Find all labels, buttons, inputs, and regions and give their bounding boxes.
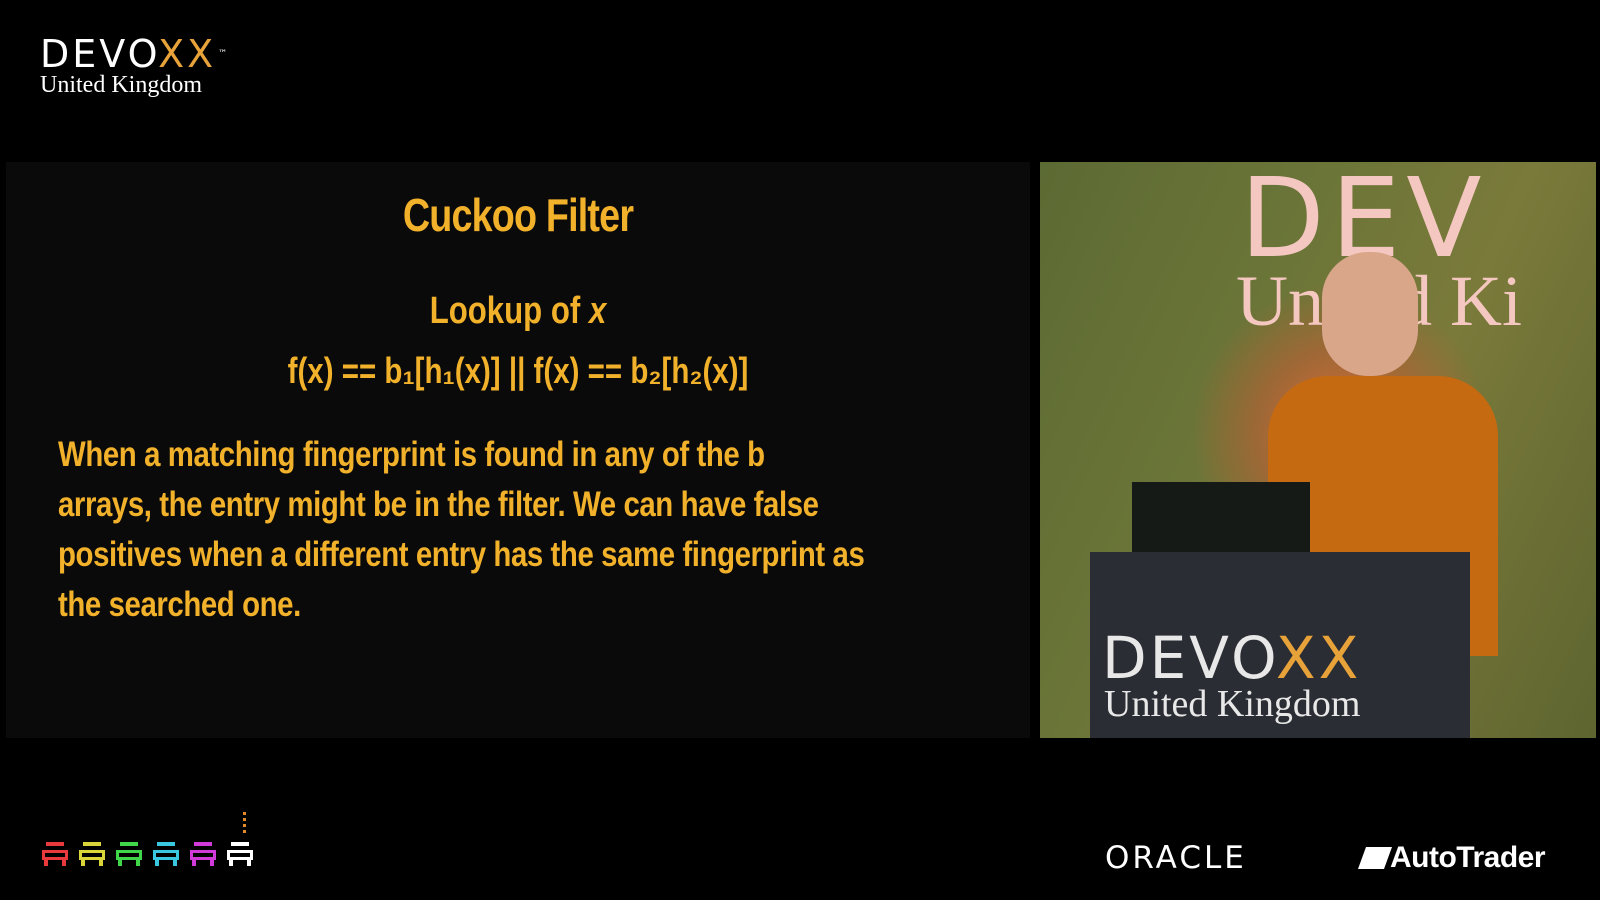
invader-icon xyxy=(79,842,105,868)
logo-trademark: ™ xyxy=(218,49,231,59)
speaker-camera-feed: DEV United Ki DEVOXX United Kingdom xyxy=(1040,162,1596,738)
autotrader-text: AutoTrader xyxy=(1390,841,1546,874)
subtitle-variable: x xyxy=(588,290,607,332)
autotrader-logo: AutoTrader xyxy=(1357,841,1546,875)
presentation-slide: Cuckoo Filter Lookup of x f(x) == b₁[h₁(… xyxy=(6,162,1030,738)
podium-logo-subtitle: United Kingdom xyxy=(1104,683,1361,725)
invader-icon xyxy=(116,842,142,868)
slide-title: Cuckoo Filter xyxy=(402,189,634,241)
logo-word: DEVO xyxy=(40,32,159,76)
logo-subtitle: United Kingdom xyxy=(40,72,202,98)
speaker-head xyxy=(1322,252,1418,376)
invader-icon xyxy=(42,842,68,868)
slide-subtitle: Lookup of x xyxy=(98,290,938,333)
slide-formula: f(x) == b₁[h₁(x)] || f(x) == b₂[h₂(x)] xyxy=(287,350,749,391)
logo-accent: XX xyxy=(158,32,217,76)
invader-icon xyxy=(190,842,216,868)
oracle-logo: ORACLE xyxy=(1105,840,1247,876)
subtitle-prefix: Lookup of xyxy=(429,290,581,332)
autotrader-mark-icon xyxy=(1357,847,1393,869)
invaders-decoration xyxy=(42,812,282,872)
devoxx-logo: DEVOXX ™ United Kingdom xyxy=(40,34,230,98)
invader-icon xyxy=(153,842,179,868)
slide-body-text: When a matching fingerprint is found in … xyxy=(58,435,865,624)
invader-icon xyxy=(227,842,253,868)
antenna-icon xyxy=(243,812,246,834)
